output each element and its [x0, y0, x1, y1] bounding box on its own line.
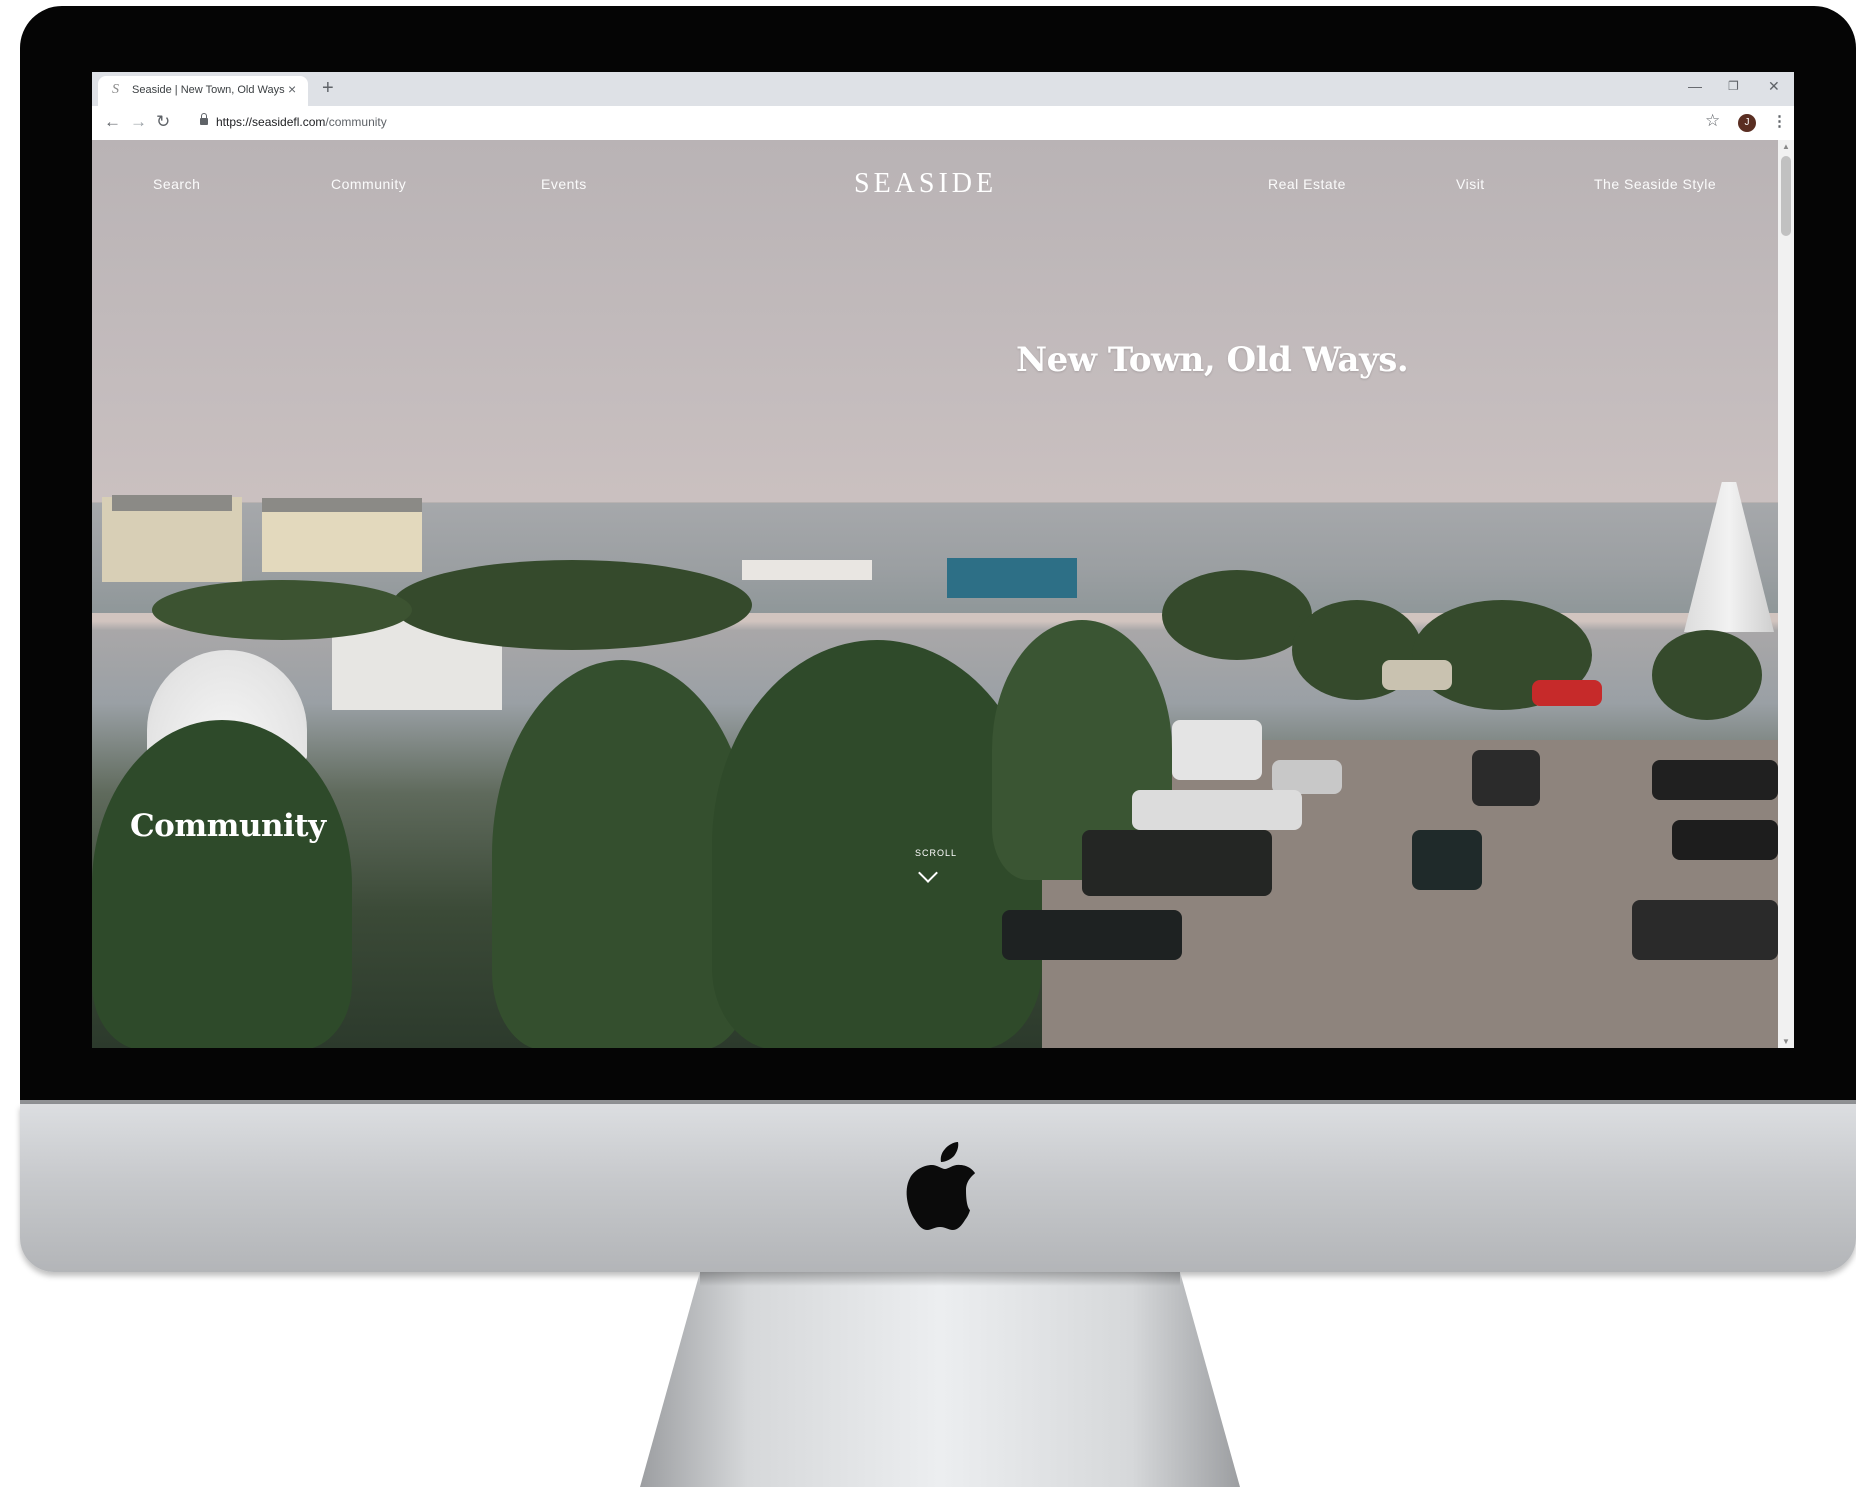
- roof-left: [112, 495, 232, 511]
- profile-avatar[interactable]: J: [1738, 114, 1756, 132]
- tab-bar: S Seaside | New Town, Old Ways × + — ❐ ✕: [92, 72, 1794, 106]
- back-arrow-icon[interactable]: ←: [104, 112, 121, 132]
- car: [1472, 750, 1540, 806]
- page-title: Community: [130, 808, 326, 844]
- url-domain: https://seasidefl.com: [216, 115, 326, 129]
- car: [1082, 830, 1272, 896]
- restore-icon[interactable]: ❐: [1728, 79, 1739, 93]
- forward-arrow-icon[interactable]: →: [130, 112, 147, 132]
- close-tab-icon[interactable]: ×: [288, 81, 296, 97]
- minimize-icon[interactable]: —: [1688, 78, 1702, 94]
- address-bar[interactable]: https://seasidefl.com/community: [216, 115, 387, 129]
- hero-section: Search Community Events Real Estate Visi…: [92, 140, 1778, 1048]
- tree-cluster-6: [1652, 630, 1762, 720]
- scrollbar[interactable]: ▲ ▼: [1778, 140, 1794, 1048]
- roof-left-2: [262, 498, 422, 512]
- car: [1532, 680, 1602, 706]
- nav-visit[interactable]: Visit: [1456, 176, 1485, 192]
- airstream-trailer: [1172, 720, 1262, 780]
- nav-community[interactable]: Community: [331, 176, 406, 192]
- car: [1002, 910, 1182, 960]
- scroll-down-icon[interactable]: ▼: [1782, 1037, 1790, 1046]
- browser-window: S Seaside | New Town, Old Ways × + — ❐ ✕…: [92, 72, 1794, 1048]
- monitor-stand: [640, 1272, 1240, 1487]
- stand-shadow: [700, 1272, 1180, 1286]
- car: [1382, 660, 1452, 690]
- scroll-up-icon[interactable]: ▲: [1782, 142, 1790, 151]
- nav-events[interactable]: Events: [541, 176, 587, 192]
- hero-tagline: New Town, Old Ways.: [1016, 340, 1409, 380]
- kebab-menu-icon[interactable]: ⋮: [1772, 112, 1787, 130]
- car: [1272, 760, 1342, 794]
- apple-logo-icon: [906, 1142, 975, 1230]
- tree-cluster-2: [152, 580, 412, 640]
- tab-title: Seaside | New Town, Old Ways: [132, 84, 285, 96]
- nav-search[interactable]: Search: [153, 176, 200, 192]
- palm-tree: [92, 720, 352, 1048]
- site-logo[interactable]: SEASIDE: [854, 168, 997, 200]
- nav-real-estate[interactable]: Real Estate: [1268, 176, 1346, 192]
- tree-cluster-3: [1162, 570, 1312, 660]
- car: [1652, 760, 1778, 800]
- browser-tab[interactable]: S Seaside | New Town, Old Ways ×: [98, 76, 308, 106]
- scrollbar-thumb[interactable]: [1781, 156, 1791, 236]
- scroll-label[interactable]: SCROLL: [915, 848, 957, 858]
- tree-cluster: [392, 560, 752, 650]
- reload-icon[interactable]: ↻: [156, 112, 170, 132]
- bookmark-star-icon[interactable]: ☆: [1705, 111, 1720, 131]
- nav-seaside-style[interactable]: The Seaside Style: [1594, 176, 1716, 192]
- car: [1672, 820, 1778, 860]
- car: [1632, 900, 1778, 960]
- blue-building: [947, 558, 1077, 598]
- new-tab-button[interactable]: +: [322, 77, 334, 99]
- lock-icon: [200, 113, 208, 125]
- close-icon[interactable]: ✕: [1768, 78, 1780, 95]
- url-path: /community: [325, 115, 387, 129]
- house-left-2: [262, 502, 422, 572]
- car: [1412, 830, 1482, 890]
- car: [1132, 790, 1302, 830]
- browser-toolbar: ← → ↻ https://seasidefl.com/community ☆ …: [92, 106, 1794, 141]
- palm-tree: [712, 640, 1042, 1048]
- pavilion-roof: [742, 560, 872, 580]
- favicon-icon: S: [112, 82, 119, 97]
